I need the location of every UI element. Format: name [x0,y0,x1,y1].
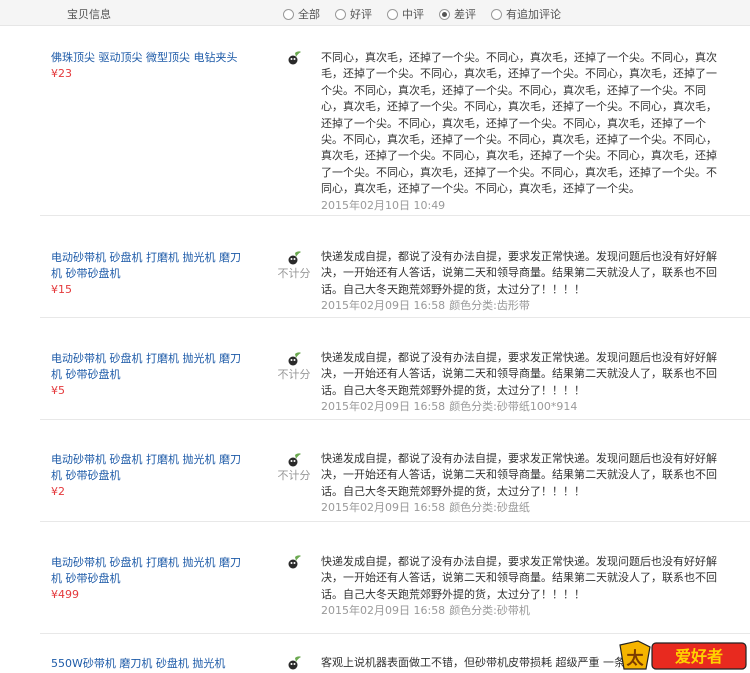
negative-rating-icon [288,51,301,65]
product-info-header: 宝贝信息 [67,8,111,21]
product-info: 电动砂带机 砂盘机 打磨机 抛光机 磨刀机 砂带砂盘机 ¥5 [51,351,241,399]
no-count-label: 不计分 [277,368,311,381]
review-date: 2015年02月09日 16:58 [321,501,446,515]
filter-all-label: 全部 [298,8,320,21]
negative-rating-icon [288,453,301,467]
rating-cell: 不计分 [272,453,316,484]
review-sku: 颜色分类:砂带机 [449,604,530,618]
review-text: 快递发成自提，都说了没有办法自提，要求发正常快递。发现问题后也没有好好解决，一开… [321,250,717,296]
review-content: 不同心，真次毛，还掉了一个尖。不同心，真次毛，还掉了一个尖。不同心，真次毛，还掉… [321,50,726,214]
review-meta: 2015年02月10日 10:49 [321,198,726,214]
svg-text:太: 太 [627,648,645,669]
product-price: ¥499 [51,588,79,601]
rating-cell: 不计分 [272,251,316,282]
rating-cell: 不计分 [272,352,316,383]
review-text: 快递发成自提，都说了没有办法自提，要求发正常快递。发现问题后也没有好好解决，一开… [321,351,717,397]
svg-text:爱好者: 爱好者 [675,647,723,666]
filter-negative-label: 差评 [454,8,476,21]
product-info: 550W砂带机 磨刀机 砂盘机 抛光机 [51,656,241,672]
filter-neutral[interactable]: 中评 [387,6,424,22]
product-info: 电动砂带机 砂盘机 打磨机 抛光机 磨刀机 砂带砂盘机 ¥2 [51,452,241,500]
product-link[interactable]: 电动砂带机 砂盘机 打磨机 抛光机 磨刀机 砂带砂盘机 [51,555,241,587]
rating-cell [272,555,316,569]
product-price: ¥15 [51,283,72,296]
product-link[interactable]: 550W砂带机 磨刀机 砂盘机 抛光机 [51,656,241,672]
review-meta: 2015年02月09日 16:58 颜色分类:齿形带 [321,298,726,314]
review-date: 2015年02月10日 10:49 [321,198,446,212]
review-text: 不同心，真次毛，还掉了一个尖。不同心，真次毛，还掉了一个尖。不同心，真次毛，还掉… [321,51,717,196]
site-watermark-logo: 太 爱好者 [619,640,747,670]
radio-neutral[interactable] [387,8,398,20]
review-content: 快递发成自提，都说了没有办法自提，要求发正常快递。发现问题后也没有好好解决，一开… [321,554,726,619]
review-text: 快递发成自提，都说了没有办法自提，要求发正常快递。发现问题后也没有好好解决，一开… [321,452,717,498]
negative-rating-icon [288,555,301,569]
review-sku: 颜色分类:齿形带 [449,299,530,313]
rating-cell [272,656,316,670]
review-content: 快递发成自提，都说了没有办法自提，要求发正常快递。发现问题后也没有好好解决，一开… [321,451,726,516]
review-filter-bar: 宝贝信息 全部 好评 中评 差评 有追加评论 [0,0,750,26]
negative-rating-icon [288,251,301,265]
rating-filter-group: 全部 好评 中评 差评 有追加评论 [283,6,576,22]
filter-positive[interactable]: 好评 [335,6,372,22]
filter-negative[interactable]: 差评 [439,6,476,22]
review-row: 佛珠顶尖 驱动顶尖 微型顶尖 电钻夹头 ¥23 不同心，真次毛，还掉了一个尖。不… [40,26,750,216]
product-price: ¥5 [51,384,65,397]
negative-rating-icon [288,352,301,366]
radio-all[interactable] [283,8,294,20]
review-date: 2015年02月09日 16:58 [321,400,446,414]
review-content: 快递发成自提，都说了没有办法自提，要求发正常快递。发现问题后也没有好好解决，一开… [321,249,726,314]
product-info: 佛珠顶尖 驱动顶尖 微型顶尖 电钻夹头 ¥23 [51,50,241,82]
filter-neutral-label: 中评 [402,8,424,21]
product-price: ¥23 [51,67,72,80]
rating-cell [272,51,316,65]
review-content: 客观上说机器表面做工不错，但砂带机皮带损耗 超级严重 一条 [321,655,656,671]
review-date: 2015年02月09日 16:58 [321,604,446,618]
review-sku: 颜色分类:砂盘纸 [449,501,530,515]
radio-followup[interactable] [491,8,502,20]
review-row: 电动砂带机 砂盘机 打磨机 抛光机 磨刀机 砂带砂盘机 ¥2 不计分 快递发成自… [40,420,750,522]
filter-all[interactable]: 全部 [283,6,320,22]
review-meta: 2015年02月09日 16:58 颜色分类:砂盘纸 [321,500,726,516]
product-link[interactable]: 电动砂带机 砂盘机 打磨机 抛光机 磨刀机 砂带砂盘机 [51,250,241,282]
review-meta: 2015年02月09日 16:58 颜色分类:砂带纸100*914 [321,399,726,415]
review-row: 电动砂带机 砂盘机 打磨机 抛光机 磨刀机 砂带砂盘机 ¥5 不计分 快递发成自… [40,318,750,420]
negative-rating-icon [288,656,301,670]
product-info: 电动砂带机 砂盘机 打磨机 抛光机 磨刀机 砂带砂盘机 ¥499 [51,555,241,603]
product-link[interactable]: 佛珠顶尖 驱动顶尖 微型顶尖 电钻夹头 [51,50,241,66]
review-content: 快递发成自提，都说了没有办法自提，要求发正常快递。发现问题后也没有好好解决，一开… [321,350,726,415]
filter-positive-label: 好评 [350,8,372,21]
no-count-label: 不计分 [277,469,311,482]
product-link[interactable]: 电动砂带机 砂盘机 打磨机 抛光机 磨刀机 砂带砂盘机 [51,351,241,383]
filter-followup[interactable]: 有追加评论 [491,6,561,22]
product-info: 电动砂带机 砂盘机 打磨机 抛光机 磨刀机 砂带砂盘机 ¥15 [51,250,241,298]
filter-followup-label: 有追加评论 [506,8,561,21]
no-count-label: 不计分 [277,267,311,280]
review-row: 电动砂带机 砂盘机 打磨机 抛光机 磨刀机 砂带砂盘机 ¥15 不计分 快递发成… [40,216,750,318]
review-date: 2015年02月09日 16:58 [321,299,446,313]
radio-positive[interactable] [335,8,346,20]
review-text: 快递发成自提，都说了没有办法自提，要求发正常快递。发现问题后也没有好好解决，一开… [321,555,717,601]
review-meta: 2015年02月09日 16:58 颜色分类:砂带机 [321,603,726,619]
product-link[interactable]: 电动砂带机 砂盘机 打磨机 抛光机 磨刀机 砂带砂盘机 [51,452,241,484]
radio-negative[interactable] [439,8,450,20]
review-row: 电动砂带机 砂盘机 打磨机 抛光机 磨刀机 砂带砂盘机 ¥499 快递发成自提，… [40,522,750,634]
product-price: ¥2 [51,485,65,498]
review-sku: 颜色分类:砂带纸100*914 [449,400,578,414]
review-text: 客观上说机器表面做工不错，但砂带机皮带损耗 超级严重 一条 [321,656,625,669]
